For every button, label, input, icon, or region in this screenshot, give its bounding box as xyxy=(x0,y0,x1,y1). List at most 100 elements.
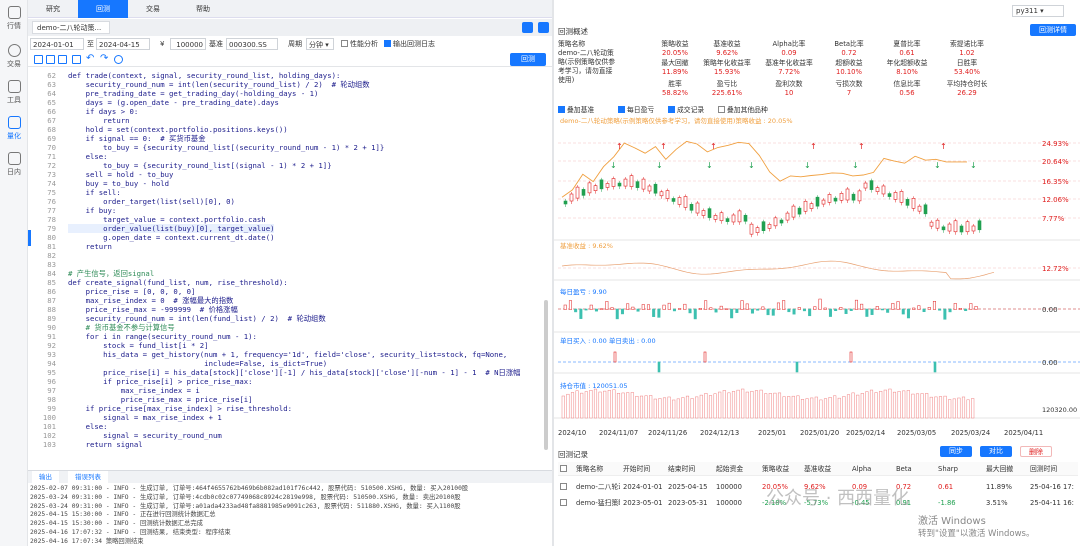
pnl-bar xyxy=(948,308,952,313)
x-tick-label: 2024/11/07 xyxy=(599,429,638,437)
metric-label: 亏损次数 xyxy=(835,80,863,88)
trade-arrow: ↑ xyxy=(810,142,817,151)
metric-label: Alpha比率 xyxy=(772,40,806,48)
holding-bar xyxy=(961,396,966,419)
row-checkbox[interactable] xyxy=(560,499,567,506)
code-line: his_data = get_history(num + 1, frequenc… xyxy=(68,350,508,359)
summary-title: 回测概述 xyxy=(558,27,588,36)
code-line: to_buy = {security_round_list[(security_… xyxy=(68,143,385,152)
legend-toggle[interactable]: 叠加其他品种 xyxy=(718,105,768,116)
tab-backtest[interactable]: 回测 xyxy=(78,0,128,18)
env-select[interactable]: py311 ▾ xyxy=(1012,5,1064,17)
delete-button[interactable]: 删除 xyxy=(1020,446,1052,457)
candle-body xyxy=(611,178,616,187)
holding-bar xyxy=(708,395,713,419)
column-header[interactable]: 最大回撤 xyxy=(986,463,1013,475)
export-icon[interactable] xyxy=(58,55,67,64)
holding-bar xyxy=(943,395,947,419)
capital-input[interactable]: 100000 xyxy=(170,38,206,50)
editor-scrollbar[interactable] xyxy=(544,300,548,450)
sync-button[interactable]: 同步 xyxy=(940,446,972,457)
rail-market[interactable]: 行情 xyxy=(0,6,28,31)
line-number: 96 xyxy=(47,377,56,386)
code-line: signal = security_round_num xyxy=(68,431,222,440)
candle-body xyxy=(587,182,592,194)
backtest-chart[interactable]: demo-二八轮动策略(示例策略仅供参考学习，请勿直接使用)策略收益 : 20.… xyxy=(554,116,1080,441)
backtest-detail-button[interactable]: 回测详情 xyxy=(1030,24,1076,36)
code-line: hold = set(context.portfolio.positions.k… xyxy=(68,125,288,134)
trade-arrow: ↓ xyxy=(610,161,617,170)
tab-trading[interactable]: 交易 xyxy=(128,0,178,18)
column-header[interactable]: 起始资金 xyxy=(716,463,743,475)
select-all-checkbox[interactable] xyxy=(560,465,567,472)
row-checkbox[interactable] xyxy=(560,483,567,490)
tab-output[interactable]: 输出 xyxy=(32,471,59,483)
x-tick-label: 2024/10 xyxy=(558,429,586,437)
trade-caption: 单日买入 : 0.00 单日卖出 : 0.00 xyxy=(560,336,656,345)
save-icon[interactable] xyxy=(34,55,43,64)
pnl-bar xyxy=(678,308,682,310)
benchmark-input[interactable]: 000300.SS xyxy=(226,38,278,50)
column-header[interactable]: 回测时间 xyxy=(1030,463,1057,475)
holding-bar xyxy=(851,392,855,419)
redo-icon[interactable]: ↷ xyxy=(100,54,109,64)
run-backtest-button[interactable]: 回测 xyxy=(510,53,546,66)
holding-bar xyxy=(934,396,938,419)
legend-toggle[interactable]: 每日盈亏 xyxy=(618,105,654,116)
column-header[interactable]: 开始时间 xyxy=(623,463,650,475)
start-date-input[interactable]: 2024-01-01 xyxy=(30,38,84,50)
end-date-input[interactable]: 2024-04-15 xyxy=(96,38,150,50)
candle-body xyxy=(599,179,604,190)
holding-bar xyxy=(906,390,910,419)
legend-toggle[interactable]: 叠加基准 xyxy=(558,105,594,116)
holding-bar xyxy=(920,393,924,419)
holding-bar xyxy=(722,390,726,419)
pnl-bar xyxy=(839,307,843,310)
column-header[interactable]: 基准收益 xyxy=(804,463,831,475)
rail-trade[interactable]: 交易 xyxy=(0,44,28,69)
log-checkbox[interactable]: 输出回测日志 xyxy=(384,38,435,50)
code-line: if signal == 0: # 买货币基金 xyxy=(68,134,206,143)
legend-toggle[interactable]: 成交记录 xyxy=(668,105,704,116)
rail-intraday[interactable]: 日内 xyxy=(0,152,28,177)
records-title: 回测记录 xyxy=(558,450,588,459)
column-header[interactable]: Alpha xyxy=(852,463,871,475)
file-tab[interactable]: demo-二八轮动策... xyxy=(32,21,110,34)
freq-select[interactable]: 分钟 ▾ xyxy=(306,38,334,50)
settings-icon[interactable] xyxy=(114,55,123,64)
table-header: 策略名称 开始时间 结束时间 起始资金 策略收益 基准收益 Alpha Beta Sharp 最大… xyxy=(558,462,1078,476)
metric-value: 10.10% xyxy=(836,68,862,76)
tab-help[interactable]: 帮助 xyxy=(178,0,228,18)
save-all-icon[interactable] xyxy=(46,55,55,64)
column-header[interactable]: 结束时间 xyxy=(668,463,695,475)
rail-quant[interactable]: 量化 xyxy=(0,116,28,141)
undo-icon[interactable]: ↶ xyxy=(86,54,95,64)
column-header[interactable]: 策略收益 xyxy=(762,463,789,475)
holding-bar xyxy=(713,393,717,419)
column-header[interactable]: Beta xyxy=(896,463,912,475)
candle-body xyxy=(749,223,754,235)
tab-research[interactable]: 研究 xyxy=(28,0,78,18)
line-number: 69 xyxy=(47,134,56,143)
metric: 基准收益 9.62% xyxy=(696,40,758,58)
holding-bar xyxy=(690,398,694,419)
code-line: def trade(context, signal, security_roun… xyxy=(68,71,341,80)
pnl-bar xyxy=(886,308,890,313)
candle-body xyxy=(629,175,634,187)
candle-body xyxy=(761,221,766,231)
column-header[interactable]: Sharp xyxy=(938,463,958,475)
rail-tools[interactable]: 工具 xyxy=(0,80,28,105)
layout-button[interactable] xyxy=(538,22,549,33)
holding-bar xyxy=(768,393,772,419)
candle-body xyxy=(971,225,976,232)
cut-icon[interactable] xyxy=(72,55,81,64)
perf-checkbox[interactable]: 性能分析 xyxy=(341,38,378,50)
metric-label: 夏普比率 xyxy=(893,40,921,48)
tab-errors[interactable]: 错误列表 xyxy=(68,471,108,483)
to-label: 至 xyxy=(87,40,94,48)
pnl-bar xyxy=(802,308,806,312)
code-editor[interactable]: 62 63 64 65 66 67 68 69 70 71 72 73 74 75 76 77 78 79 80 81… xyxy=(28,68,552,460)
add-file-button[interactable] xyxy=(522,22,533,33)
compare-button[interactable]: 对比 xyxy=(980,446,1012,457)
column-header[interactable]: 策略名称 xyxy=(576,463,603,475)
